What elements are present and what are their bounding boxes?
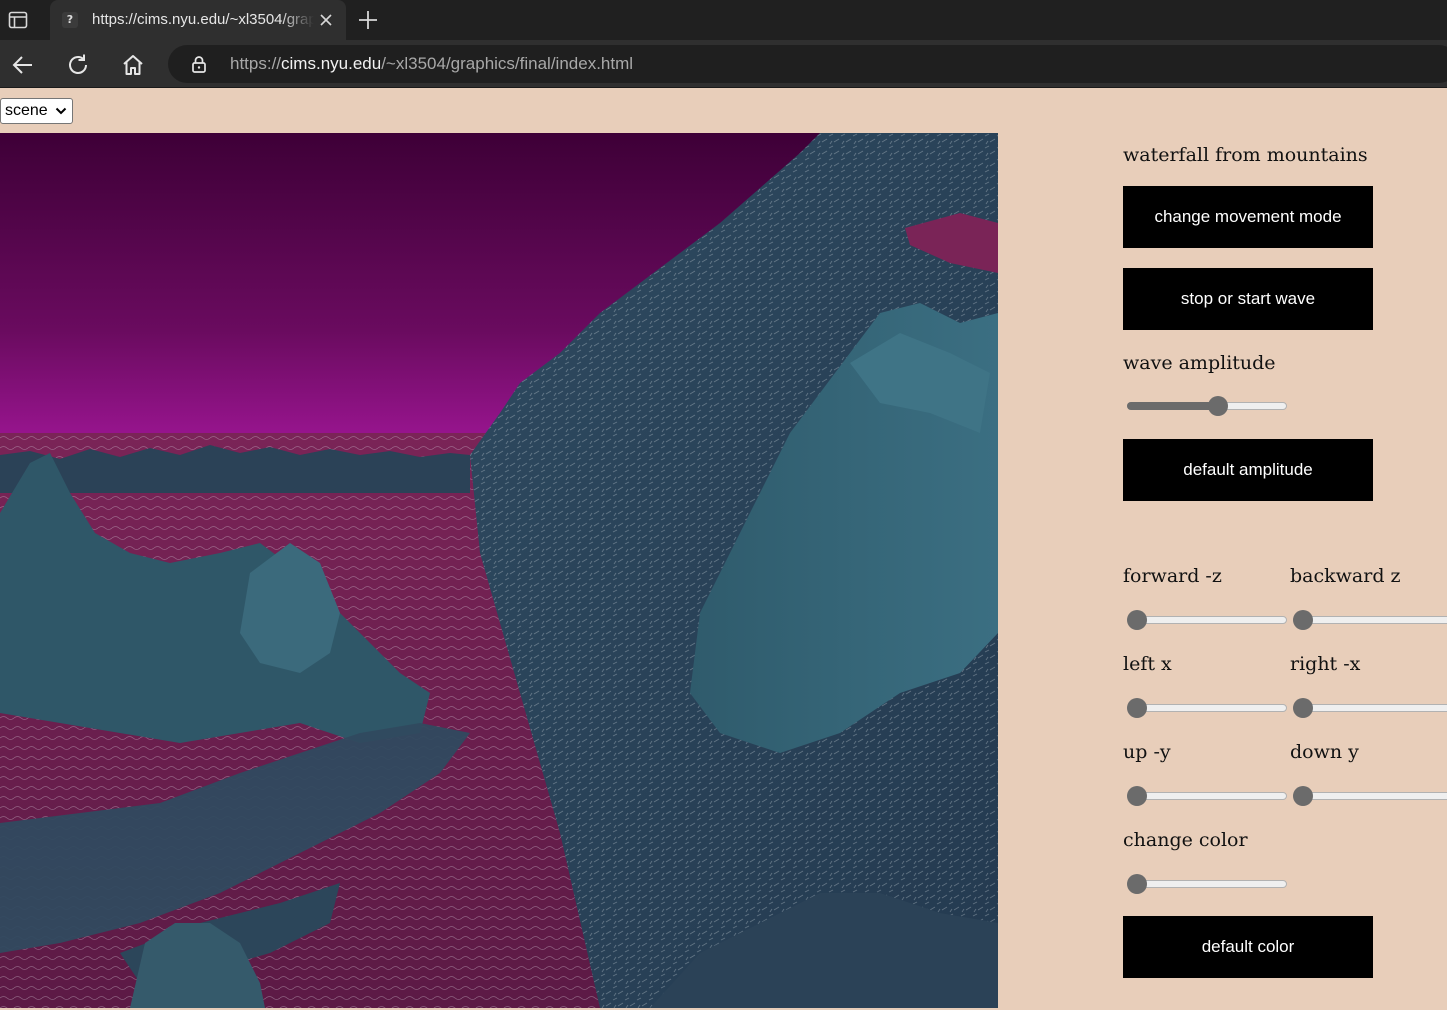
scene-select-value: scene	[5, 102, 48, 119]
favicon-icon: ?	[62, 12, 78, 28]
wave-amplitude-slider[interactable]	[1127, 396, 1287, 416]
browser-toolbar: https://cims.nyu.edu/~xl3504/graphics/fi…	[0, 40, 1447, 88]
forward-slider[interactable]	[1127, 610, 1287, 630]
slider-thumb[interactable]	[1208, 396, 1229, 416]
scene-title: waterfall from mountains	[1123, 144, 1368, 166]
slider-thumb[interactable]	[1127, 786, 1147, 806]
browser-tab-bar: ? https://cims.nyu.edu/~xl3504/graphics/…	[0, 0, 1447, 40]
slider-thumb[interactable]	[1127, 610, 1147, 630]
sidebar-toggle-icon[interactable]	[8, 10, 28, 30]
slider-thumb[interactable]	[1293, 610, 1313, 630]
change-color-label: change color	[1123, 829, 1248, 851]
home-icon[interactable]	[120, 52, 146, 78]
slider-thumb[interactable]	[1127, 698, 1147, 718]
change-movement-mode-button[interactable]: change movement mode	[1123, 186, 1373, 248]
address-bar[interactable]: https://cims.nyu.edu/~xl3504/graphics/fi…	[168, 45, 1447, 83]
left-slider[interactable]	[1127, 698, 1287, 718]
new-tab-icon[interactable]	[356, 8, 380, 32]
stop-start-wave-button[interactable]: stop or start wave	[1123, 268, 1373, 330]
backward-slider[interactable]	[1293, 610, 1447, 630]
browser-tab[interactable]: ? https://cims.nyu.edu/~xl3504/graphics/…	[50, 0, 346, 40]
scene-render	[0, 133, 998, 1008]
url-scheme: https://	[230, 54, 282, 73]
change-color-slider[interactable]	[1127, 874, 1287, 894]
slider-thumb[interactable]	[1127, 874, 1147, 894]
lock-icon[interactable]	[190, 55, 208, 73]
url-host: cims.nyu.edu	[281, 54, 382, 73]
slider-thumb[interactable]	[1293, 698, 1313, 718]
scene-select[interactable]: scene	[0, 98, 73, 124]
chevron-down-icon	[55, 107, 67, 115]
render-canvas[interactable]	[0, 133, 998, 1008]
left-label: left x	[1123, 653, 1172, 675]
down-label: down y	[1290, 741, 1359, 763]
down-slider[interactable]	[1293, 786, 1447, 806]
up-label: up -y	[1123, 741, 1171, 763]
backward-label: backward z	[1290, 565, 1401, 587]
wave-amplitude-label: wave amplitude	[1123, 352, 1276, 374]
forward-label: forward -z	[1123, 565, 1222, 587]
default-color-button[interactable]: default color	[1123, 916, 1373, 978]
tab-title: https://cims.nyu.edu/~xl3504/graphics/fi…	[92, 11, 314, 28]
back-arrow-icon[interactable]	[10, 52, 36, 78]
right-label: right -x	[1290, 653, 1361, 675]
url-text: https://cims.nyu.edu/~xl3504/graphics/fi…	[230, 54, 633, 74]
url-path: /~xl3504/graphics/final/index.html	[381, 54, 634, 73]
default-amplitude-button[interactable]: default amplitude	[1123, 439, 1373, 501]
reload-icon[interactable]	[65, 52, 91, 78]
up-slider[interactable]	[1127, 786, 1287, 806]
slider-thumb[interactable]	[1293, 786, 1313, 806]
close-tab-icon[interactable]	[316, 10, 336, 30]
right-slider[interactable]	[1293, 698, 1447, 718]
